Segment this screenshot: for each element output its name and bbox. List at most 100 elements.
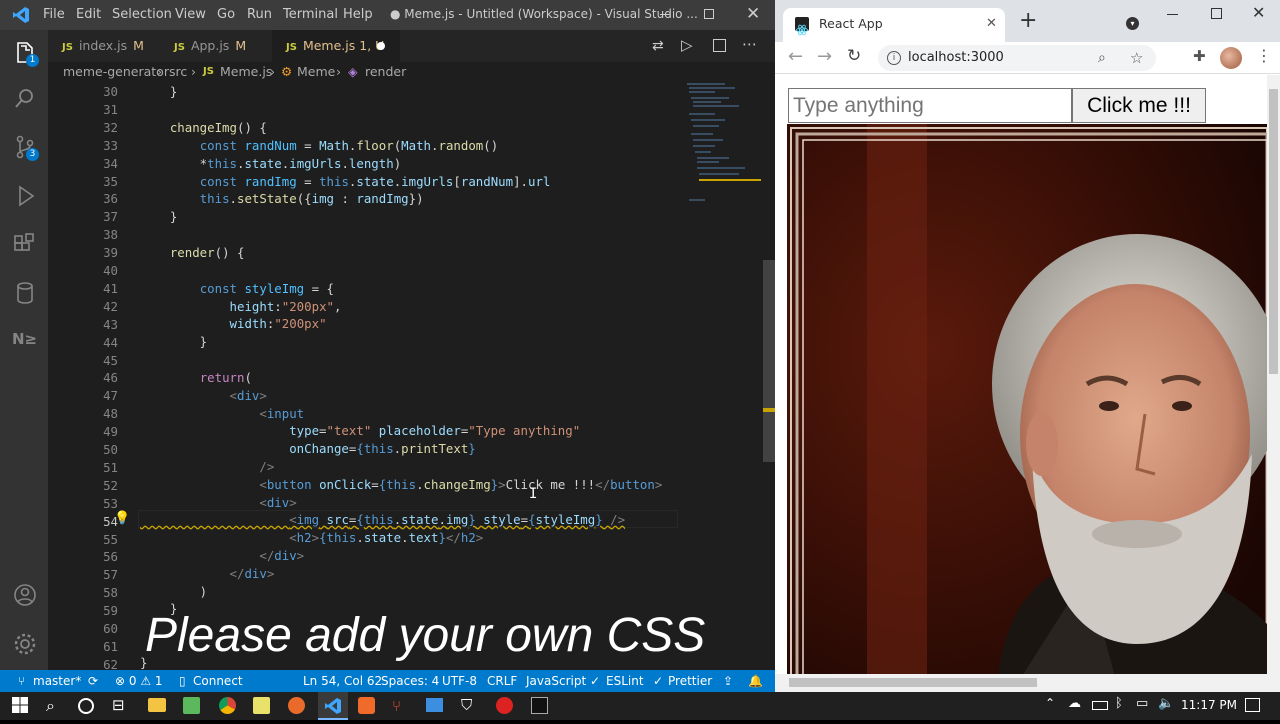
click-me-button[interactable]: Click me !!! <box>1072 88 1206 123</box>
address-bar[interactable]: i localhost:3000 ⌕ ☆ <box>878 45 1156 71</box>
search-icon[interactable] <box>12 86 38 112</box>
status-problems[interactable]: ⊗ 0 ⚠ 1 <box>115 670 163 692</box>
status-prettier[interactable]: Prettier <box>668 670 712 692</box>
account-icon[interactable] <box>12 582 38 608</box>
source-control-icon[interactable]: 3 <box>12 134 39 161</box>
zoom-icon[interactable]: ⌕ <box>1098 45 1106 71</box>
run-code-icon[interactable]: ▷ <box>681 36 693 54</box>
bookmark-star-icon[interactable]: ☆ <box>1130 45 1143 71</box>
run-debug-icon[interactable] <box>12 183 38 209</box>
explorer-icon[interactable]: 1 <box>12 40 39 67</box>
menu-go[interactable]: Go <box>217 7 235 22</box>
lightbulb-icon[interactable]: 💡 <box>114 511 130 526</box>
close-icon[interactable]: ✕ <box>746 4 760 24</box>
close-icon[interactable]: ✕ <box>1252 3 1265 22</box>
tab-meme-js[interactable]: JS Meme.js 1, U <box>272 30 400 62</box>
tab-app-js[interactable]: JS App.js M <box>160 30 270 62</box>
browser-menu-icon[interactable]: ⋮ <box>1256 46 1272 65</box>
reload-icon[interactable]: ↻ <box>847 46 861 66</box>
menu-run[interactable]: Run <box>247 7 272 22</box>
line-number: 56 <box>103 549 118 565</box>
extensions-puzzle-icon[interactable]: ✚ <box>1193 47 1206 65</box>
task-view-icon[interactable]: ⊟ <box>112 696 132 716</box>
type-anything-input[interactable] <box>788 88 1072 123</box>
notifications-bell-icon[interactable]: 🔔 <box>748 670 763 692</box>
breadcrumb-method[interactable]: render <box>365 62 406 82</box>
menu-selection[interactable]: Selection <box>112 7 172 22</box>
forward-arrow-icon[interactable]: → <box>817 46 832 67</box>
search-icon[interactable]: ⌕ <box>46 696 66 716</box>
record-icon[interactable] <box>496 697 513 714</box>
maximize-icon[interactable] <box>1211 8 1222 19</box>
minimize-icon[interactable] <box>660 14 670 15</box>
browser-tab[interactable]: React App ✕ <box>783 8 1005 42</box>
tab-close-icon[interactable]: ✕ <box>986 8 997 40</box>
live-share-icon[interactable]: ⇪ <box>723 670 733 692</box>
menu-help[interactable]: Help <box>343 7 373 22</box>
notebook-icon[interactable]: N≥ <box>12 330 38 356</box>
breadcrumb-class[interactable]: Meme <box>297 62 335 82</box>
unsaved-dot-icon[interactable] <box>377 42 385 50</box>
status-encoding[interactable]: UTF-8 <box>442 670 477 692</box>
minimize-icon[interactable] <box>1167 14 1178 15</box>
page-scrollbar[interactable] <box>1267 75 1280 674</box>
menu-view[interactable]: View <box>175 7 206 22</box>
menu-file[interactable]: File <box>43 7 65 22</box>
green-app-icon[interactable] <box>183 697 200 714</box>
line-number: 41 <box>103 280 118 296</box>
breadcrumb-file[interactable]: Meme.js <box>220 62 272 82</box>
editor-scrollbar[interactable] <box>763 82 775 670</box>
breadcrumb-src[interactable]: src <box>169 62 187 82</box>
scrollbar-thumb[interactable] <box>789 678 1037 687</box>
taskbar-clock[interactable]: 11:17 PM <box>1181 698 1237 712</box>
orange-app-icon[interactable] <box>288 697 305 714</box>
brave-app-icon[interactable] <box>358 697 375 714</box>
network-icon[interactable]: ▭ <box>1136 696 1156 716</box>
menu-edit[interactable]: Edit <box>76 7 101 22</box>
git-app-icon[interactable]: ⑂ <box>392 697 412 717</box>
minimap[interactable] <box>685 82 763 222</box>
shield-icon[interactable]: ⛉ <box>461 696 481 716</box>
status-branch[interactable]: master* <box>33 670 81 692</box>
status-spaces[interactable]: Spaces: 4 <box>381 670 439 692</box>
extensions-icon[interactable] <box>12 231 38 257</box>
notification-center-icon[interactable] <box>1245 698 1260 712</box>
chevron-up-icon[interactable]: ⌃ <box>1045 696 1065 716</box>
open-changes-icon[interactable]: ⇄ <box>652 38 664 54</box>
status-language[interactable]: JavaScript <box>526 670 586 692</box>
sync-icon[interactable]: ⟳ <box>88 670 98 692</box>
breadcrumb-folder[interactable]: meme-generator <box>63 62 169 82</box>
status-eol[interactable]: CRLF <box>487 670 517 692</box>
volume-icon[interactable]: 🔈 <box>1158 696 1178 716</box>
scrollbar-thumb[interactable] <box>763 260 775 462</box>
cloud-icon[interactable]: ☁ <box>1068 696 1088 716</box>
split-editor-icon[interactable] <box>713 39 726 52</box>
branch-icon: ⑂ <box>18 674 26 688</box>
settings-gear-icon[interactable] <box>12 631 38 657</box>
battery-icon[interactable] <box>1092 701 1108 710</box>
chrome-icon[interactable] <box>219 697 236 714</box>
maximize-icon[interactable] <box>704 9 714 19</box>
yellow-app-icon[interactable] <box>253 697 270 714</box>
status-connect[interactable]: Connect <box>193 670 243 692</box>
status-position[interactable]: Ln 54, Col 62 <box>303 670 382 692</box>
menu-terminal[interactable]: Terminal <box>283 7 338 22</box>
windows-start-icon[interactable] <box>11 696 31 716</box>
vscode-taskbar-icon[interactable] <box>318 692 348 720</box>
new-tab-icon[interactable]: + <box>1019 8 1037 33</box>
scrollbar-thumb[interactable] <box>1269 89 1278 374</box>
code-editor[interactable]: 30 31 32 33 34 35 36 37 38 39 40 41 42 43 44 45 46 47 48 49… <box>48 82 763 672</box>
more-actions-icon[interactable]: ⋯ <box>742 35 757 53</box>
tab-index-js[interactable]: JS index.js M <box>48 30 158 62</box>
tab-search-icon[interactable]: ▾ <box>1126 17 1139 30</box>
file-explorer-icon[interactable] <box>148 698 166 712</box>
terminal-icon[interactable] <box>531 697 548 714</box>
profile-avatar[interactable] <box>1220 47 1242 69</box>
back-arrow-icon[interactable]: ← <box>788 46 803 67</box>
database-icon[interactable] <box>12 280 38 306</box>
status-eslint[interactable]: ESLint <box>606 670 644 692</box>
cortana-icon[interactable] <box>78 698 94 714</box>
page-horizontal-scrollbar[interactable] <box>775 674 1280 692</box>
bluetooth-icon[interactable]: ᛒ <box>1115 696 1135 716</box>
mail-icon[interactable] <box>426 698 443 712</box>
